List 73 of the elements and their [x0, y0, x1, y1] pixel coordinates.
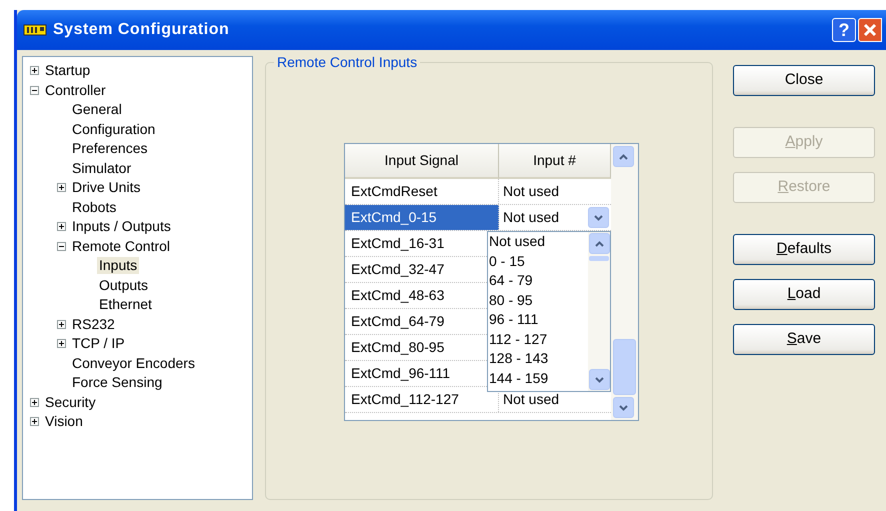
tree-item[interactable]: Preferences: [70, 140, 150, 158]
tree-item[interactable]: Ethernet: [97, 296, 154, 314]
table-cell[interactable]: ExtCmd_32-47: [351, 259, 444, 280]
dropdown-button[interactable]: [588, 207, 609, 228]
table-cell-text: Not used: [503, 182, 560, 201]
dropdown-option[interactable]: Not used: [489, 232, 588, 252]
dropdown-option[interactable]: 128 - 143: [489, 349, 588, 368]
column-header[interactable]: Input #: [499, 144, 611, 179]
help-button[interactable]: ?: [832, 18, 856, 42]
tree-item[interactable]: Inputs: [97, 257, 140, 274]
close-icon: [863, 23, 877, 37]
tree-item[interactable]: Remote Control: [70, 238, 172, 255]
app-icon: [23, 23, 47, 37]
tree-item[interactable]: Force Sensing: [70, 374, 164, 392]
dropdown-field[interactable]: Not used: [503, 207, 611, 228]
table-cell[interactable]: ExtCmdReset: [351, 181, 438, 202]
expand-icon[interactable]: [30, 417, 39, 426]
scroll-up-button[interactable]: [589, 233, 610, 254]
table-cell[interactable]: ExtCmd_80-95: [351, 337, 444, 358]
table-cell[interactable]: ExtCmd_96-111: [351, 363, 450, 384]
expand-icon[interactable]: [30, 66, 39, 76]
tree-item[interactable]: Simulator: [70, 160, 134, 177]
chevron-up-icon: [595, 240, 604, 246]
table-cell[interactable]: ExtCmd_112-127: [351, 389, 459, 410]
table-cell[interactable]: ExtCmd_64-79: [351, 311, 444, 332]
dropdown-option[interactable]: 0 - 15: [489, 252, 588, 271]
chevron-up-icon: [619, 154, 628, 160]
close-button[interactable]: [858, 18, 882, 42]
scroll-up-button[interactable]: [613, 146, 634, 167]
scroll-down-button[interactable]: [613, 397, 634, 418]
dialog-button[interactable]: Close: [733, 65, 875, 96]
tree-item[interactable]: TCP / IP: [70, 335, 127, 352]
chevron-down-icon: [595, 376, 604, 382]
dialog-button[interactable]: Load: [733, 279, 875, 310]
tree-item[interactable]: Conveyor Encoders: [70, 354, 197, 372]
table-cell-text: Not used: [503, 390, 560, 409]
collapse-icon[interactable]: [57, 242, 66, 251]
tree-item[interactable]: Startup: [43, 62, 92, 80]
scroll-thumb[interactable]: [613, 339, 636, 395]
collapse-icon[interactable]: [30, 86, 39, 95]
tree-item[interactable]: Security: [43, 394, 98, 411]
chevron-down-icon: [619, 404, 628, 410]
window-title: System Configuration: [53, 20, 230, 40]
group-title: Remote Control Inputs: [274, 54, 420, 70]
dropdown-option[interactable]: 112 - 127: [489, 330, 588, 349]
chevron-down-icon: [594, 214, 603, 220]
dropdown-list[interactable]: Not used 0 - 15 64 - 79 80 - 95 96 - 111 112 - 127 128 - 143 144 - 159: [487, 231, 611, 392]
tree-item[interactable]: Configuration: [70, 120, 158, 138]
dropdown-option[interactable]: 64 - 79: [489, 271, 588, 290]
table-cell[interactable]: ExtCmd_16-31: [351, 233, 444, 254]
tree-item[interactable]: RS232: [70, 316, 117, 333]
expand-icon[interactable]: [57, 222, 66, 232]
table-cell[interactable]: ExtCmd_48-63: [351, 285, 444, 306]
dropdown-option[interactable]: 96 - 111: [489, 310, 588, 330]
tree-item[interactable]: Drive Units: [70, 179, 142, 196]
dropdown-option[interactable]: 144 - 159: [489, 368, 588, 388]
tree-item[interactable]: Outputs: [97, 276, 150, 294]
expand-icon[interactable]: [57, 339, 66, 348]
dialog-button[interactable]: Save: [733, 324, 875, 355]
scroll-thumb[interactable]: [589, 256, 609, 261]
tree-item[interactable]: Inputs / Outputs: [70, 218, 173, 236]
tree-item[interactable]: General: [70, 101, 124, 118]
expand-icon[interactable]: [30, 398, 39, 407]
dropdown-option[interactable]: 80 - 95: [489, 290, 588, 310]
expand-icon[interactable]: [57, 183, 66, 192]
tree-item[interactable]: Robots: [70, 198, 118, 216]
tree-item[interactable]: Controller: [43, 82, 108, 99]
expand-icon[interactable]: [57, 320, 66, 329]
dialog-button[interactable]: Defaults: [733, 234, 875, 265]
scroll-down-button[interactable]: [589, 369, 610, 390]
column-header[interactable]: Input Signal: [345, 144, 499, 179]
scrollbar[interactable]: [611, 144, 638, 420]
tree-item[interactable]: Vision: [43, 413, 85, 430]
